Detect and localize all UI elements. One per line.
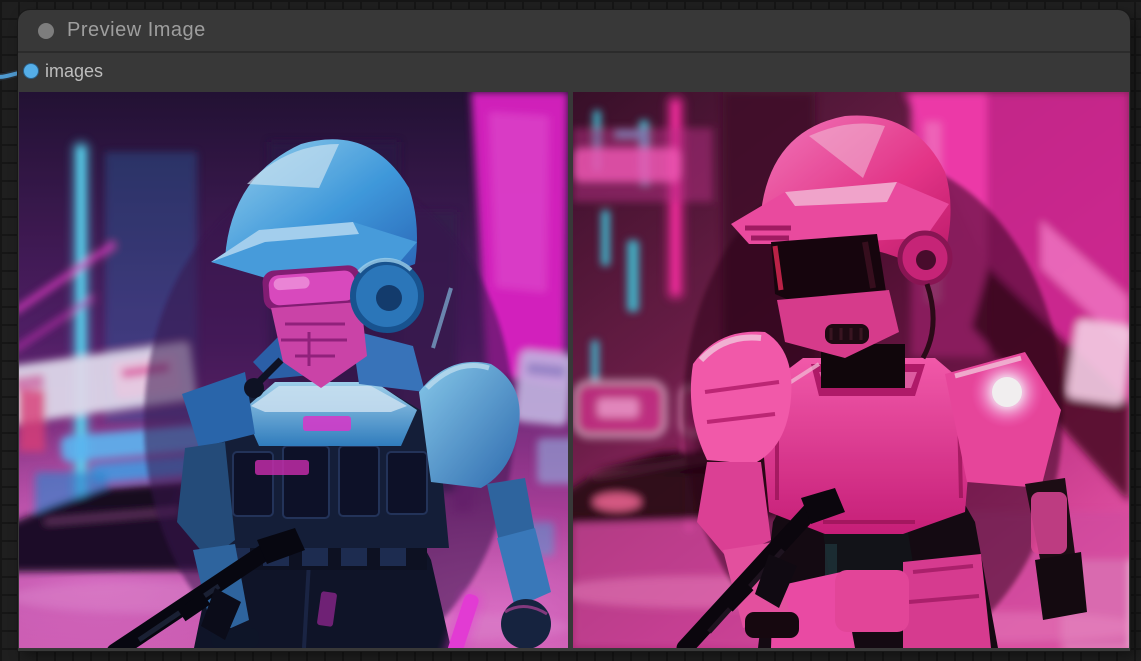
collapse-dot[interactable] (38, 23, 54, 39)
preview-image-1[interactable] (19, 92, 568, 648)
preview-image-2[interactable] (573, 92, 1129, 648)
images-input-port[interactable] (24, 64, 38, 78)
node-title: Preview Image (67, 19, 206, 42)
input-row-images: images (18, 53, 1130, 90)
preview-gallery (19, 92, 1129, 648)
node-header[interactable]: Preview Image (18, 10, 1130, 53)
node-editor-canvas[interactable]: { "canvas": { "background": "#1f1f1f", "… (0, 0, 1141, 661)
images-input-label: images (45, 61, 103, 82)
preview-image-node[interactable]: Preview Image images (18, 10, 1130, 651)
